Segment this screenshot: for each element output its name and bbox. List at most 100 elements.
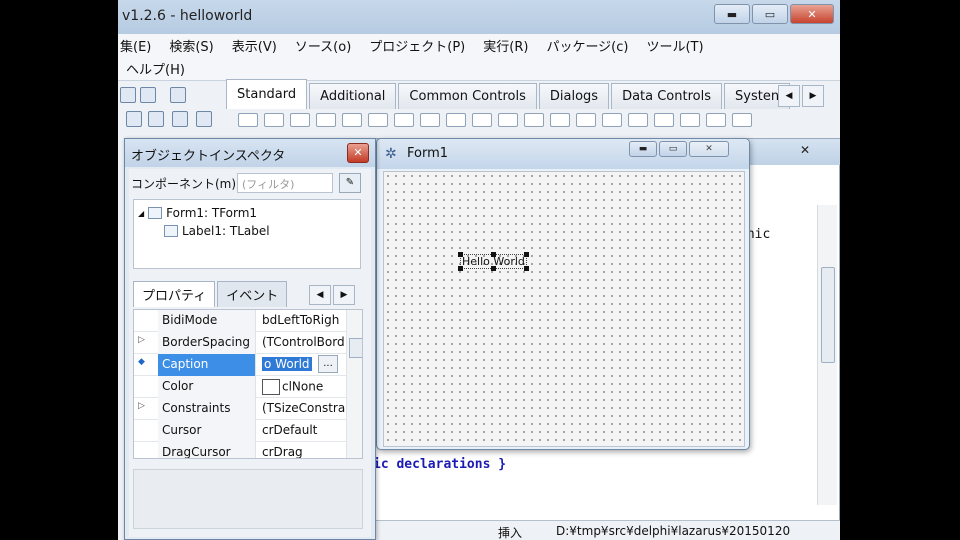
- expand-property-icon[interactable]: ▷: [138, 401, 152, 411]
- tab-common-controls[interactable]: Common Controls: [398, 83, 537, 109]
- component-icon[interactable]: [394, 113, 414, 127]
- property-scrollbar[interactable]: [346, 310, 362, 458]
- menu-help[interactable]: ヘルプ(H): [126, 59, 185, 78]
- clear-filter-icon[interactable]: ✎: [339, 173, 361, 193]
- component-icon[interactable]: [368, 113, 388, 127]
- expand-icon[interactable]: ◢: [138, 209, 144, 218]
- menu-run[interactable]: 実行(R): [483, 36, 528, 55]
- property-grid[interactable]: BidiMode bdLeftToRigh ▷ BorderSpacing (T…: [133, 309, 363, 459]
- label-node-icon: [164, 225, 178, 237]
- property-row[interactable]: BidiMode bdLeftToRigh: [134, 310, 362, 332]
- tab-data-controls[interactable]: Data Controls: [611, 83, 722, 109]
- tab-events[interactable]: イベント: [217, 281, 288, 307]
- resize-handle[interactable]: [491, 266, 496, 271]
- component-icon[interactable]: [706, 113, 726, 127]
- screen-frame: v1.2.6 - helloworld ▬ ▭ ✕ 集(E) 検索(S) 表示(…: [118, 0, 840, 540]
- expand-property-icon[interactable]: ▷: [138, 335, 152, 345]
- form-maximize-button[interactable]: ▭: [659, 141, 687, 157]
- menu-tools[interactable]: ツール(T): [646, 36, 703, 55]
- component-icon[interactable]: [290, 113, 310, 127]
- close-button[interactable]: ✕: [790, 4, 834, 24]
- open-icon[interactable]: [140, 87, 156, 103]
- component-icon[interactable]: [576, 113, 596, 127]
- tab-properties[interactable]: プロパティ: [133, 281, 216, 307]
- form-designer-window[interactable]: ✲ Form1 ▬ ▭ ✕ Hello World: [376, 138, 750, 450]
- palette-right-icon[interactable]: ▶: [802, 85, 824, 107]
- resize-handle[interactable]: [458, 252, 463, 257]
- run-icon[interactable]: [148, 111, 164, 127]
- editor-close-button[interactable]: ✕: [783, 143, 827, 161]
- tree-node-form1[interactable]: ◢ Form1: TForm1: [138, 206, 257, 220]
- label1[interactable]: Hello World: [458, 252, 529, 271]
- insert-mode-indicator: 挿入: [498, 526, 523, 540]
- tab-scroll-right-icon[interactable]: ▶: [333, 285, 355, 305]
- property-row[interactable]: ▷ BorderSpacing (TControlBord: [134, 332, 362, 354]
- menu-view[interactable]: 表示(V): [232, 36, 277, 55]
- component-icon[interactable]: [602, 113, 622, 127]
- minimize-button[interactable]: ▬: [714, 4, 750, 24]
- component-icon[interactable]: [472, 113, 492, 127]
- property-row[interactable]: DragCursor crDrag: [134, 442, 362, 458]
- editor-scroll-thumb[interactable]: [821, 267, 835, 363]
- menu-package[interactable]: パッケージ(c): [546, 36, 628, 55]
- menu-source[interactable]: ソース(o): [295, 36, 351, 55]
- component-icon[interactable]: [264, 113, 284, 127]
- property-name: DragCursor: [158, 442, 256, 458]
- tab-scroll-left-icon[interactable]: ◀: [309, 285, 331, 305]
- resize-handle[interactable]: [491, 252, 496, 257]
- component-icon[interactable]: [420, 113, 440, 127]
- oi-body: コンポーネント(m) (フィルタ) ✎ ◢ Form1: TForm1 Labe…: [129, 169, 371, 537]
- property-value[interactable]: bdLeftToRigh: [258, 310, 346, 332]
- component-icon[interactable]: [654, 113, 674, 127]
- component-icon[interactable]: [446, 113, 466, 127]
- property-name: Cursor: [158, 420, 256, 442]
- menu-bar: 集(E) 検索(S) 表示(V) ソース(o) プロジェクト(P) 実行(R) …: [118, 34, 840, 80]
- pause-icon[interactable]: [172, 111, 188, 127]
- property-value[interactable]: (TSizeConstra: [258, 398, 346, 420]
- property-scroll-thumb[interactable]: [349, 338, 362, 358]
- property-value[interactable]: crDrag: [258, 442, 346, 458]
- save-icon[interactable]: [126, 111, 142, 127]
- toolbar: Standard Additional Common Controls Dial…: [118, 79, 840, 134]
- property-row[interactable]: Cursor crDefault: [134, 420, 362, 442]
- ellipsis-button[interactable]: ...: [318, 355, 338, 373]
- form-minimize-button[interactable]: ▬: [629, 141, 657, 157]
- new-unit-icon[interactable]: [120, 87, 136, 103]
- design-grid[interactable]: Hello World: [383, 171, 745, 447]
- component-icon[interactable]: [316, 113, 336, 127]
- form-close-button[interactable]: ✕: [689, 141, 729, 157]
- maximize-button[interactable]: ▭: [752, 4, 788, 24]
- property-row[interactable]: Color clNone: [134, 376, 362, 398]
- menu-project[interactable]: プロジェクト(P): [369, 36, 465, 55]
- resize-handle[interactable]: [523, 266, 529, 271]
- menu-edit[interactable]: 集(E): [120, 36, 151, 55]
- view-forms-icon[interactable]: [170, 87, 186, 103]
- resize-handle[interactable]: [523, 252, 529, 257]
- property-value[interactable]: clNone: [258, 376, 346, 398]
- editor-scrollbar[interactable]: [817, 205, 837, 505]
- property-value[interactable]: (TControlBord: [258, 332, 346, 354]
- filter-input[interactable]: (フィルタ): [237, 173, 333, 193]
- tab-additional[interactable]: Additional: [309, 83, 397, 109]
- component-icon[interactable]: [628, 113, 648, 127]
- color-value: clNone: [282, 379, 324, 394]
- stop-icon[interactable]: [196, 111, 212, 127]
- property-row[interactable]: ▷ Constraints (TSizeConstra: [134, 398, 362, 420]
- oi-close-button[interactable]: ✕: [347, 143, 369, 163]
- property-row-selected[interactable]: ◆ Caption o World ...: [134, 354, 362, 376]
- component-tree[interactable]: ◢ Form1: TForm1 Label1: TLabel: [133, 199, 361, 269]
- menu-search[interactable]: 検索(S): [169, 36, 213, 55]
- tree-node-label1[interactable]: Label1: TLabel: [164, 224, 270, 238]
- component-icon[interactable]: [732, 113, 752, 127]
- pointer-tool-icon[interactable]: [238, 113, 258, 127]
- palette-left-icon[interactable]: ◀: [778, 85, 800, 107]
- component-icon[interactable]: [550, 113, 570, 127]
- component-icon[interactable]: [498, 113, 518, 127]
- tab-standard[interactable]: Standard: [226, 79, 308, 109]
- component-icon[interactable]: [342, 113, 362, 127]
- component-icon[interactable]: [680, 113, 700, 127]
- property-value[interactable]: crDefault: [258, 420, 346, 442]
- resize-handle[interactable]: [458, 266, 463, 271]
- tab-dialogs[interactable]: Dialogs: [538, 83, 610, 109]
- component-icon[interactable]: [524, 113, 544, 127]
